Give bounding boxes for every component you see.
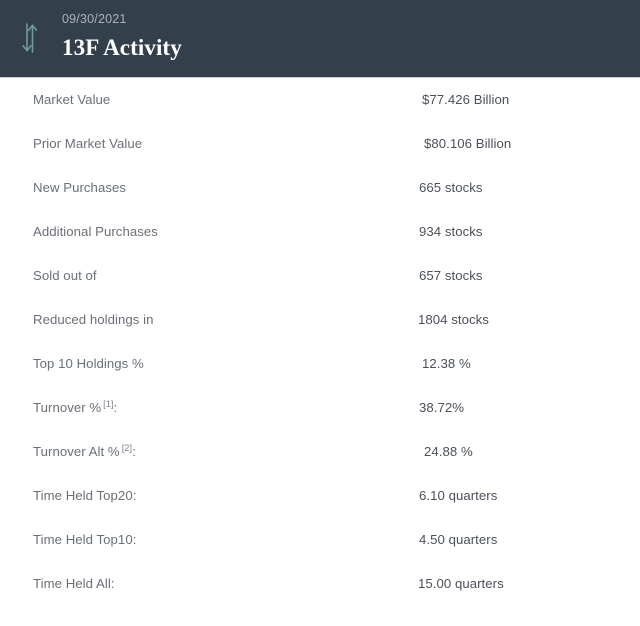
row-value: $77.426 Billion bbox=[422, 92, 510, 107]
table-row: Turnover Alt % [2]: 24.88 % bbox=[0, 430, 640, 474]
row-label: Time Held Top20: bbox=[33, 488, 137, 503]
row-label-suffix: : bbox=[113, 400, 118, 415]
table-row: Time Held Top10: 4.50 quarters bbox=[0, 518, 640, 562]
row-label: Top 10 Holdings % bbox=[33, 356, 144, 371]
row-value: $80.106 Billion bbox=[424, 136, 512, 151]
table-row: Market Value $77.426 Billion bbox=[0, 78, 640, 122]
page-title: 13F Activity bbox=[62, 35, 182, 60]
row-label-text: Turnover % bbox=[33, 400, 102, 415]
row-value: 12.38 % bbox=[422, 356, 471, 371]
row-value: 657 stocks bbox=[419, 268, 483, 283]
table-row: Sold out of 657 stocks bbox=[0, 254, 640, 298]
header-text-block: 09/30/2021 13F Activity bbox=[62, 11, 182, 63]
table-row: Additional Purchases 934 stocks bbox=[0, 210, 640, 254]
row-value: 24.88 % bbox=[424, 444, 473, 459]
report-date: 09/30/2021 bbox=[62, 12, 127, 26]
row-label: Market Value bbox=[33, 92, 111, 107]
row-value: 38.72% bbox=[419, 400, 465, 415]
table-row: Turnover % [1]: 38.72% bbox=[0, 386, 640, 430]
page-header: 09/30/2021 13F Activity bbox=[0, 0, 640, 78]
row-label: Additional Purchases bbox=[33, 224, 158, 239]
row-label: Sold out of bbox=[33, 268, 97, 283]
row-label-text: Turnover Alt % bbox=[33, 444, 120, 459]
table-row: Time Held All: 15.00 quarters bbox=[0, 562, 640, 606]
row-label: Time Held Top10: bbox=[33, 532, 137, 547]
row-label: New Purchases bbox=[33, 180, 127, 195]
row-value: 665 stocks bbox=[419, 180, 483, 195]
table-row: Reduced holdings in 1804 stocks bbox=[0, 298, 640, 342]
table-row: Time Held Top20: 6.10 quarters bbox=[0, 474, 640, 518]
row-label: Prior Market Value bbox=[33, 136, 143, 151]
row-value: 6.10 quarters bbox=[419, 488, 498, 503]
table-row: New Purchases 665 stocks bbox=[0, 166, 640, 210]
footnote-marker-1[interactable]: [1] bbox=[103, 399, 113, 409]
up-down-arrow-icon bbox=[17, 18, 43, 58]
row-label: Reduced holdings in bbox=[33, 312, 154, 327]
table-row: Top 10 Holdings % 12.38 % bbox=[0, 342, 640, 386]
row-value: 934 stocks bbox=[419, 224, 483, 239]
activity-stats-table: Market Value $77.426 Billion Prior Marke… bbox=[0, 78, 640, 606]
row-value: 4.50 quarters bbox=[419, 532, 498, 547]
footnote-marker-2[interactable]: [2] bbox=[122, 443, 132, 453]
row-label: Turnover Alt % [2]: bbox=[33, 430, 136, 474]
table-row: Prior Market Value $80.106 Billion bbox=[0, 122, 640, 166]
row-value: 15.00 quarters bbox=[418, 576, 504, 591]
row-label: Time Held All: bbox=[33, 576, 115, 591]
row-value: 1804 stocks bbox=[418, 312, 489, 327]
row-label: Turnover % [1]: bbox=[33, 386, 117, 430]
row-label-suffix: : bbox=[132, 444, 136, 459]
